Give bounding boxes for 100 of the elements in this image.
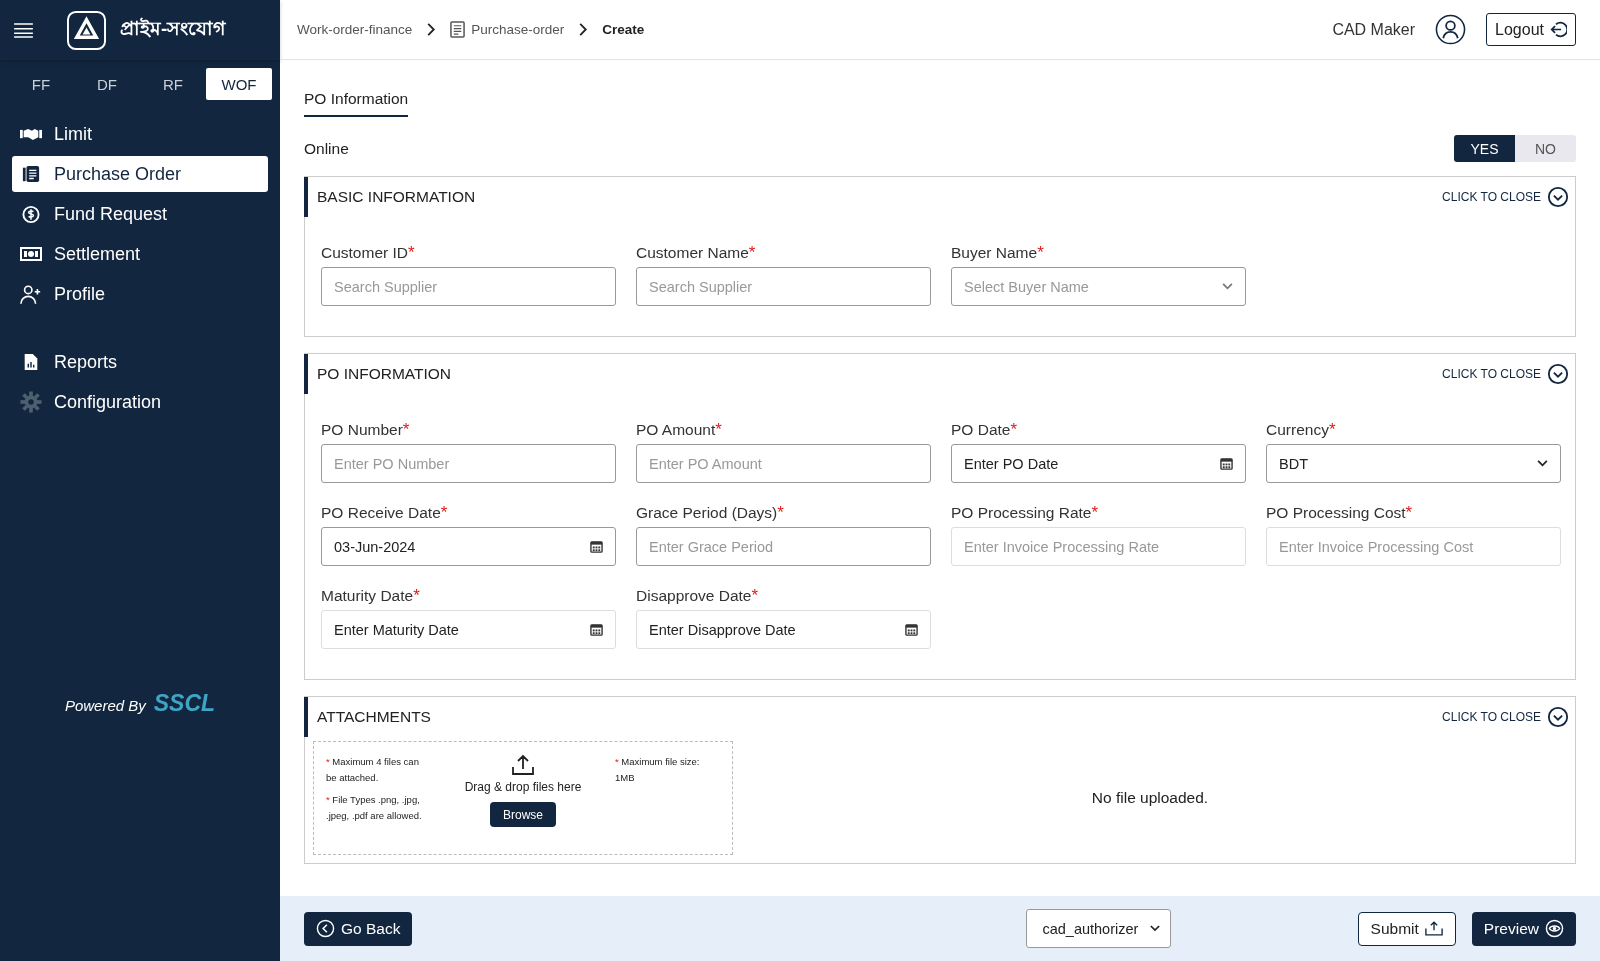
user-avatar-icon[interactable] xyxy=(1435,14,1467,45)
required-mark: * xyxy=(777,503,784,522)
browse-button[interactable]: Browse xyxy=(490,802,556,827)
dollar-cycle-icon xyxy=(20,204,42,224)
required-mark: * xyxy=(1010,420,1018,439)
collapse-link[interactable]: CLICK TO CLOSE xyxy=(1442,367,1541,381)
required-mark: * xyxy=(715,420,722,439)
date-field[interactable]: 03-Jun-2024 xyxy=(321,527,616,566)
arrow-left-circle-icon xyxy=(316,919,335,938)
caret-icon xyxy=(1537,460,1548,467)
document-list-icon xyxy=(20,165,42,183)
chevron-circle-icon[interactable] xyxy=(1547,186,1569,208)
nav-item[interactable]: Configuration xyxy=(12,384,268,420)
note-text: * File Types .png, .jpg, .jpeg, .pdf are allowed. xyxy=(326,793,423,823)
caret-icon xyxy=(1222,283,1233,290)
section-title: ATTACHMENTS xyxy=(317,708,431,726)
nav-item[interactable]: Purchase Order xyxy=(12,156,268,192)
field-label: PO Date* xyxy=(951,420,1019,440)
breadcrumb-link[interactable]: Purchase-order xyxy=(450,21,565,38)
input-field[interactable]: Enter PO Number xyxy=(321,444,616,483)
role-select[interactable]: cad_authorizer xyxy=(1026,909,1172,948)
select-field[interactable]: BDT xyxy=(1266,444,1561,483)
input-field[interactable]: Search Supplier xyxy=(636,267,931,306)
calendar-icon xyxy=(590,623,603,636)
product-tab[interactable]: WOF xyxy=(206,68,272,100)
logo-text: প্রাইম-সংযোগ xyxy=(120,16,226,41)
collapse-link[interactable]: CLICK TO CLOSE xyxy=(1442,190,1541,204)
section-title: BASIC INFORMATION xyxy=(317,188,476,206)
calendar-icon xyxy=(1220,457,1233,470)
field-label: PO Amount* xyxy=(636,420,723,440)
required-mark: * xyxy=(1091,503,1099,522)
chevron-circle-icon[interactable] xyxy=(1547,363,1569,385)
handshake-icon xyxy=(20,126,42,142)
note-text: * Maximum 4 files can be attached. xyxy=(326,755,420,785)
online-label: Online xyxy=(304,139,349,158)
field-label: Customer ID* xyxy=(321,243,416,263)
nav-item[interactable]: Profile xyxy=(12,276,268,312)
empty-message: No file uploaded. xyxy=(1090,789,1210,807)
field-label: PO Processing Cost* xyxy=(1266,503,1414,523)
toggle-option[interactable]: YES xyxy=(1454,135,1515,162)
required-mark: * xyxy=(402,420,410,439)
chevron-right-icon xyxy=(579,23,588,36)
field-label: Currency* xyxy=(1266,420,1337,440)
eye-circle-icon xyxy=(1545,919,1564,938)
required-mark: * xyxy=(440,503,448,522)
field-label: Buyer Name* xyxy=(951,243,1045,263)
drop-zone[interactable]: * Maximum 4 files can be attached. * File Types .png, .jpg, .jpeg, .pdf are allowed. Drag & drop files here Browse * Maximum file size: 1MB xyxy=(313,741,733,855)
powered-by-text: Powered By xyxy=(64,697,146,714)
input-field[interactable]: Enter Grace Period xyxy=(636,527,931,566)
breadcrumb-link[interactable]: Work-order-finance xyxy=(297,22,413,37)
product-tab[interactable]: RF xyxy=(140,68,206,100)
upload-tray-icon xyxy=(1424,921,1443,936)
note-text: * Maximum file size: 1MB xyxy=(615,755,701,785)
input-field[interactable]: Enter PO Amount xyxy=(636,444,931,483)
menu-icon[interactable] xyxy=(14,22,33,38)
required-mark: * xyxy=(748,243,756,262)
product-tab[interactable]: DF xyxy=(74,68,140,100)
field-label: Grace Period (Days)* xyxy=(636,503,785,523)
field-label: PO Number* xyxy=(321,420,411,440)
preview-button[interactable]: Preview xyxy=(1471,911,1576,946)
logout-icon xyxy=(1550,21,1567,38)
user-name: CAD Maker xyxy=(1332,20,1416,39)
required-mark: * xyxy=(413,586,420,605)
required-mark: * xyxy=(1037,243,1044,262)
nav-item[interactable]: Settlement xyxy=(12,236,268,272)
field-label: PO Processing Rate* xyxy=(951,503,1100,523)
field-label: PO Receive Date* xyxy=(321,503,449,523)
caret-icon xyxy=(1150,925,1161,932)
document-list-icon xyxy=(450,21,466,38)
required-mark: * xyxy=(1328,420,1336,439)
input-field[interactable]: Search Supplier xyxy=(321,267,616,306)
nav-item[interactable]: Reports xyxy=(12,344,268,380)
calendar-icon xyxy=(590,540,603,553)
user-plus-icon xyxy=(20,283,42,305)
drop-text: Drag & drop files here xyxy=(464,780,582,794)
field-label: Maturity Date* xyxy=(321,586,421,606)
gear-icon xyxy=(20,391,42,413)
submit-button[interactable]: Submit xyxy=(1357,911,1456,946)
page-tab[interactable]: PO Information xyxy=(304,86,409,117)
brand-name: SSCL xyxy=(153,690,216,717)
date-field[interactable]: Enter PO Date xyxy=(951,444,1246,483)
go-back-button[interactable]: Go Back xyxy=(304,911,413,946)
logo-icon xyxy=(67,10,106,50)
field-label: Customer Name* xyxy=(636,243,757,263)
upload-icon xyxy=(511,754,535,776)
nav-item[interactable]: Limit xyxy=(12,116,268,152)
section-title: PO INFORMATION xyxy=(317,365,452,383)
chevron-circle-icon[interactable] xyxy=(1547,706,1569,728)
collapse-link[interactable]: CLICK TO CLOSE xyxy=(1442,710,1541,724)
toggle-option[interactable]: NO xyxy=(1515,135,1576,162)
required-mark: * xyxy=(408,243,415,262)
required-mark: * xyxy=(1405,503,1413,522)
field-label: Disapprove Date* xyxy=(636,586,760,606)
required-mark: * xyxy=(751,586,759,605)
product-tab[interactable]: FF xyxy=(8,68,74,100)
nav-item[interactable]: Fund Request xyxy=(12,196,268,232)
logout-button[interactable]: Logout xyxy=(1486,13,1576,46)
banknote-icon xyxy=(20,247,42,261)
chevron-right-icon xyxy=(427,23,436,36)
calendar-icon xyxy=(905,623,918,636)
